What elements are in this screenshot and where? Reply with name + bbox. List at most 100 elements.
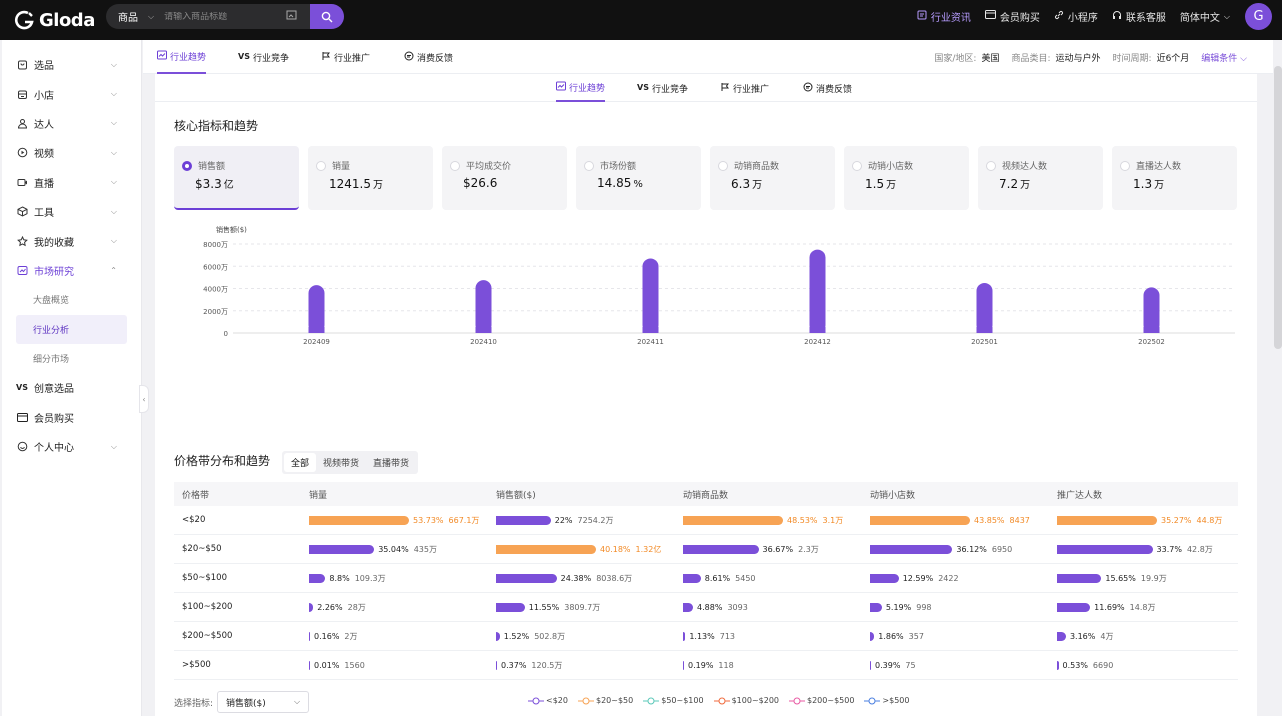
bar-202411[interactable] [642,258,659,333]
column-header[interactable]: 销售额($) [496,482,536,506]
tab-0[interactable]: 行业趋势 [157,40,207,74]
inner-tab-3[interactable]: 消费反馈 [803,74,852,102]
tab-3[interactable]: 消费反馈 [404,40,453,74]
channel-filter-2[interactable]: 直播带货 [366,453,416,472]
metric-label: 视频达人数 [986,159,1047,172]
topnav-label: 小程序 [1067,12,1098,24]
edit-conditions-button[interactable]: 编辑条件 ⌵ [1201,51,1247,64]
bar-202410[interactable] [475,280,492,333]
metric-label: 市场份额 [584,159,636,172]
absolute-value: 120.5万 [531,660,563,670]
metric-card-4[interactable]: 动销商品数 6.3 万 [710,146,835,210]
legend-item-5[interactable]: >$500 [864,696,909,705]
avatar[interactable]: G [1245,3,1272,30]
tab-1[interactable]: VS 行业竞争 [238,40,289,74]
bar-base-202412 [809,327,826,333]
sidebar-item-sidebar-bottom-2[interactable]: 个人中心 ⌵ [2,432,141,461]
metric-card-0[interactable]: 销售额 $3.3 亿 [174,146,299,210]
share-cell: 15.65% 19.9万 [1057,564,1167,593]
legend-item-2[interactable]: $50~$100 [643,696,704,705]
search-input[interactable] [164,11,285,22]
share-percent: 35.04% [378,544,409,554]
metric-select[interactable]: 销售额($) ⌵ [217,691,310,713]
page-scrollbar[interactable] [1274,66,1282,349]
sidebar-collapse-handle[interactable]: ‹ [139,385,149,413]
topnav-label: 联系客服 [1125,12,1166,24]
share-bar [870,544,953,554]
bar-202409[interactable] [308,285,325,333]
bar-202501[interactable] [976,282,993,333]
column-header[interactable]: 动销商品数 [683,482,728,506]
share-percent: 33.7% [1156,544,1182,554]
image-search-icon[interactable] [286,10,298,24]
sidebar-item-sidebar-items-2[interactable]: 达人 ⌵ [2,109,141,138]
sidebar-item-sidebar-items-3[interactable]: 视频 ⌵ [2,138,141,167]
sidebar-item-sidebar-items-7[interactable]: 市场研究 ⌃ [2,256,141,285]
bar-base-202410 [475,327,492,333]
price-band-label: $20~$50 [182,544,222,554]
absolute-value: 14.8万 [1129,602,1156,612]
inner-tab-1[interactable]: VS 行业竞争 [637,74,688,102]
metric-card-7[interactable]: 直播达人数 1.3 万 [1112,146,1237,210]
sidebar-item-sidebar-bottom-0[interactable]: VS 创意选品 [2,373,141,402]
inner-tab-0[interactable]: 行业趋势 [556,74,606,102]
sidebar: 选品 ⌵ 小店 ⌵ 达人 ⌵ 视频 ⌵ 直播 ⌵ 工具 ⌵ 我的收藏 ⌵ 市场研究 ⌃ 大盘概览 行业分析 细分市场… [2,40,142,716]
legend-item-1[interactable]: $20~$50 [577,696,633,705]
absolute-value: 6690 [1092,660,1114,670]
sidebar-item-sidebar-items-0[interactable]: 选品 ⌵ [2,50,141,79]
share-percent: 1.86% [878,631,904,641]
sidebar-item-sidebar-items-4[interactable]: 直播 ⌵ [2,168,141,197]
bar-202502[interactable] [1143,287,1160,333]
legend-item-0[interactable]: <$20 [528,696,568,705]
metric-card-3[interactable]: 市场份额 14.85% [576,146,701,210]
channel-filter-1[interactable]: 视频带货 [316,453,366,472]
metric-card-6[interactable]: 视频达人数 7.2 万 [978,146,1103,210]
column-header[interactable]: 推广达人数 [1057,482,1102,506]
sidebar-item-label: 达人 [34,119,54,131]
top-bar: Gloda 商品 ⌵ 行业资讯会员购买 小程序 联系客服 简体中文⌵ G [0,0,1282,40]
logo[interactable]: Gloda [14,10,95,31]
legend-item-3[interactable]: $100~$200 [713,696,779,705]
absolute-value: 28万 [347,602,366,612]
column-header[interactable]: 动销小店数 [870,482,915,506]
share-bar [870,631,875,641]
inner-tab-2[interactable]: 行业推广 [720,74,769,102]
metric-card-5[interactable]: 动销小店数 1.5 万 [844,146,969,210]
sidebar-item-sidebar-items-6[interactable]: 我的收藏 ⌵ [2,226,141,255]
share-bar [1057,544,1153,554]
sidebar-sub-item-1[interactable]: 行业分析 [16,314,127,344]
chevron-down-icon: ⌵ [110,177,117,187]
share-bar [683,544,759,554]
bar-202412[interactable] [809,249,826,333]
tab-label: 行业趋势 [569,83,606,94]
column-header[interactable]: 销量 [309,482,327,506]
topnav-item-2[interactable]: 小程序 [1054,9,1098,24]
metric-card-1[interactable]: 销量 1241.5 万 [308,146,433,210]
absolute-value: 4万 [1100,631,1114,641]
topnav-item-1[interactable]: 会员购买 [984,9,1040,24]
share-cell: 5.19% 998 [870,593,932,622]
tab-2[interactable]: 行业推广 [321,40,370,74]
share-cell: 53.73% 667.1万 [309,506,479,535]
column-header[interactable]: 价格带 [182,482,209,506]
share-bar [683,660,684,670]
share-cell: 43.85% 8437 [870,506,1030,535]
sidebar-item-sidebar-items-5[interactable]: 工具 ⌵ [2,197,141,226]
search-type-select[interactable]: 商品 ⌵ [118,9,154,25]
sidebar-item-sidebar-bottom-1[interactable]: 会员购买 [2,403,141,432]
share-percent: 36.12% [956,544,987,554]
legend-item-4[interactable]: $200~$500 [789,696,854,705]
x-tick-label: 202410 [470,338,497,346]
topnav-item-0[interactable]: 行业资讯 [917,9,971,24]
sidebar-item-sidebar-items-1[interactable]: 小店 ⌵ [2,79,141,108]
sidebar-sub-item-2[interactable]: 细分市场 [2,344,141,373]
topnav-item-3[interactable]: 联系客服 [1112,9,1166,24]
topnav-item-4[interactable]: 简体中文 ⌵ [1180,9,1230,24]
share-cell: 1.52% 502.8万 [496,622,565,651]
channel-filter-0[interactable]: 全部 [284,453,317,472]
share-bar [309,631,310,641]
share-bar [1057,602,1091,612]
search-button[interactable] [310,4,344,29]
metric-card-2[interactable]: 平均成交价 $26.6 [442,146,567,210]
sidebar-sub-item-0[interactable]: 大盘概览 [2,285,141,314]
